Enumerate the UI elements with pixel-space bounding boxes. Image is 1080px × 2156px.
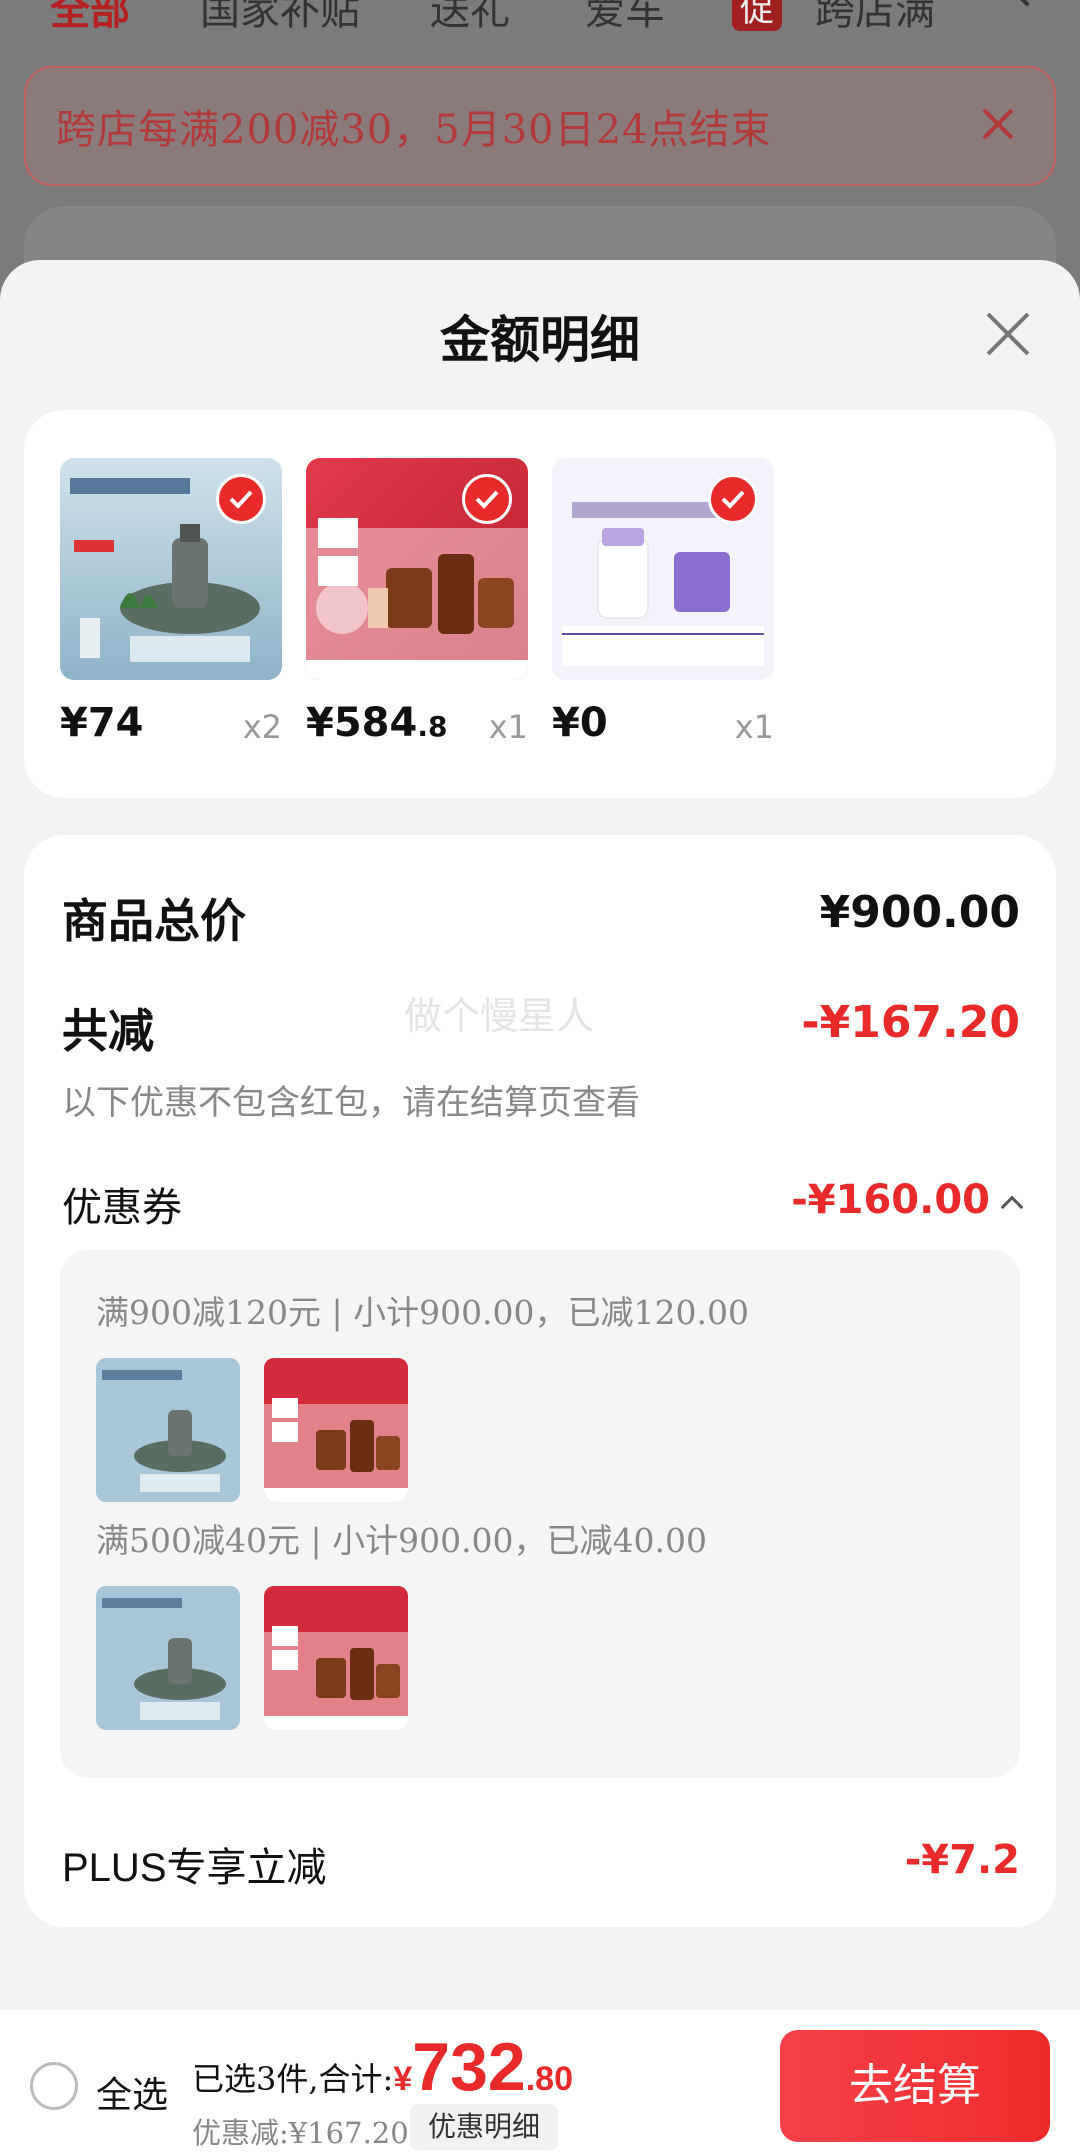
coupon-product-thumb: [264, 1358, 408, 1502]
coupon-line: 满900减120元 | 小计900.00，已减120.00: [96, 1293, 750, 1332]
product-image-gift-set[interactable]: [306, 458, 528, 680]
product-item[interactable]: ¥74 x2: [60, 458, 282, 746]
product-quantity: x1: [734, 708, 774, 746]
product-image-serum[interactable]: [60, 458, 282, 680]
product-list: ¥74 x2 ¥584.8 x1 ¥0 x1: [24, 410, 1056, 798]
saved-amount: 优惠减:¥167.20: [192, 2116, 409, 2150]
checkout-bar: 全选 已选3件,合计:¥732.80 优惠减:¥167.20 优惠明细 去结算: [0, 2010, 1080, 2156]
checked-icon[interactable]: [708, 474, 758, 524]
coupon-line: 满500减40元 | 小计900.00，已减40.00: [96, 1521, 708, 1560]
plus-discount-value: -¥7.2: [904, 1837, 1020, 1883]
coupon-product-thumb: [96, 1586, 240, 1730]
coupon-label: 优惠券: [62, 1185, 182, 1231]
total-amount: ¥732.80: [393, 2029, 573, 2105]
coupon-breakdown: 满900减120元 | 小计900.00，已减120.00 满500减40元 |…: [60, 1250, 1020, 1778]
tab-gift[interactable]: 送礼: [430, 0, 510, 36]
checked-icon[interactable]: [462, 474, 512, 524]
product-quantity: x1: [488, 708, 528, 746]
product-price: ¥74: [60, 700, 144, 746]
checked-icon[interactable]: [216, 474, 266, 524]
price-detail-card: 商品总价 ¥900.00 共减 做个慢星人 -¥167.20 以下优惠不包含红包…: [24, 835, 1056, 1927]
product-price: ¥0: [552, 700, 608, 746]
tab-all[interactable]: 全部: [50, 0, 130, 36]
chevron-up-icon: [1000, 1195, 1024, 1219]
select-all-label[interactable]: 全选: [96, 2066, 168, 2118]
sheet-title: 金额明细: [440, 310, 640, 369]
coupon-product-thumb: [264, 1586, 408, 1730]
promo-banner-text: 跨店每满200减30，5月30日24点结束: [56, 107, 772, 153]
product-item[interactable]: ¥584.8 x1: [306, 458, 528, 746]
discount-value: -¥167.20: [801, 997, 1020, 1048]
category-tabs: 全部 国家补贴 送礼 爱车 促 跨店满减: [0, 0, 1080, 34]
close-icon[interactable]: [982, 308, 1034, 360]
total-price-value: ¥900.00: [819, 887, 1020, 938]
tab-cross-store[interactable]: 跨店满减: [815, 0, 935, 36]
tab-car[interactable]: 爱车: [585, 0, 665, 36]
product-item[interactable]: ¥0 x1: [552, 458, 774, 746]
discount-label: 共减: [62, 1004, 154, 1058]
checkout-button[interactable]: 去结算: [780, 2030, 1050, 2142]
coupon-toggle[interactable]: -¥160.00: [791, 1177, 1024, 1223]
promo-banner: 跨店每满200减30，5月30日24点结束: [24, 66, 1056, 186]
coupon-product-thumb: [96, 1358, 240, 1502]
close-icon[interactable]: [976, 102, 1020, 146]
amount-detail-sheet: 金额明细 ¥74 x2 ¥584.8 x1 ¥0 x1 商品总价 ¥900.00…: [0, 260, 1080, 2156]
tab-subsidy[interactable]: 国家补贴: [200, 0, 360, 36]
watermark: 做个慢星人: [404, 994, 595, 1038]
selected-count-text: 已选3件,合计:: [192, 2060, 394, 2098]
discount-detail-button[interactable]: 优惠明细: [410, 2104, 559, 2150]
product-price: ¥584.8: [306, 700, 448, 746]
discount-note: 以下优惠不包含红包，请在结算页查看: [62, 1083, 640, 1123]
product-quantity: x2: [242, 708, 282, 746]
promo-badge: 促: [732, 0, 782, 31]
search-icon[interactable]: [985, 0, 1031, 18]
coupon-value: -¥160.00: [791, 1177, 990, 1223]
product-image-voucher[interactable]: [552, 458, 774, 680]
plus-discount-label: PLUS专享立减: [62, 1846, 327, 1890]
select-all-radio[interactable]: [30, 2062, 78, 2110]
total-price-label: 商品总价: [62, 894, 246, 948]
selected-summary: 已选3件,合计:¥732.80: [192, 2028, 573, 2106]
